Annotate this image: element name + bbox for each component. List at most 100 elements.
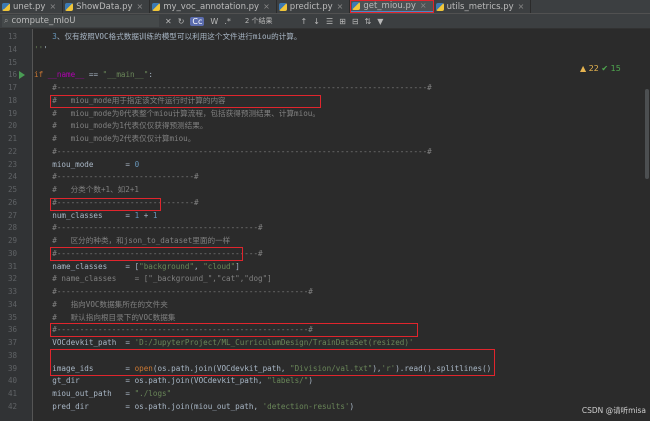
line-number: 39 — [7, 363, 17, 373]
code-line[interactable]: 25 # 分类个数+1、如2+1 — [0, 184, 650, 196]
line-number: 27 — [7, 210, 17, 220]
line-number: 23 — [7, 159, 17, 169]
line-number: 29 — [7, 236, 17, 245]
line-number: 18 — [7, 95, 17, 105]
tab-utils-metrics[interactable]: utils_metrics.py × — [434, 0, 532, 13]
regex-button[interactable]: .* — [224, 17, 231, 26]
run-gutter-icon[interactable] — [19, 71, 25, 80]
tab-get-miou[interactable]: get_miou.py × — [350, 0, 434, 13]
toggle-icon[interactable]: ⇅ — [365, 17, 372, 26]
line-number: 28 — [7, 223, 17, 233]
tab-unet[interactable]: unet.py × — [0, 0, 64, 13]
code-text: #---------------------------------------… — [34, 146, 432, 156]
highlight-box-name-classes — [50, 247, 243, 261]
close-search-icon[interactable]: ✕ — [165, 17, 172, 26]
code-text: name_classes = ["background", "cloud"] — [34, 261, 240, 271]
close-icon[interactable]: × — [137, 2, 144, 11]
code-line[interactable]: 14 ''' — [0, 44, 650, 56]
python-file-icon — [435, 2, 444, 11]
python-file-icon — [65, 2, 74, 11]
close-icon[interactable]: × — [518, 2, 525, 11]
code-text: # miou_mode为0代表整个miou计算流程，包括获得预测结果、计算mio… — [34, 108, 320, 118]
code-line[interactable]: 41 miou_out_path = "./logs" — [0, 388, 650, 400]
code-text: # name_classes = ["_background_","cat","… — [34, 274, 272, 284]
close-icon[interactable]: × — [49, 2, 56, 11]
editor-tab-bar: unet.py × ShowData.py × my_voc_annotation.… — [0, 0, 650, 14]
highlight-box-miou-mode — [50, 95, 321, 108]
line-number: 42 — [7, 401, 17, 411]
python-file-icon — [278, 2, 287, 11]
line-number: 15 — [7, 57, 17, 67]
code-line[interactable]: 20 # miou_mode为1代表仅仅获得预测结果。 — [0, 120, 650, 132]
line-number: 17 — [7, 83, 17, 92]
tab-my-voc-annotation[interactable]: my_voc_annotation.py × — [150, 0, 277, 13]
line-number: 22 — [7, 146, 17, 156]
highlight-box-num-classes — [50, 198, 161, 211]
code-line[interactable]: 32 # name_classes = ["_background_","cat… — [0, 273, 650, 285]
close-icon[interactable]: × — [263, 2, 270, 11]
highlight-box-vocdevkit-path — [50, 323, 418, 337]
code-line[interactable]: 27 num_classes = 1 + 1 — [0, 210, 650, 222]
code-line[interactable]: 15 — [0, 57, 650, 69]
code-line[interactable]: 13 3、仅有按照VOC格式数据训练的模型可以利用这个文件进行miou的计算。 — [0, 31, 650, 43]
line-number: 40 — [7, 376, 17, 386]
whole-word-button[interactable]: W — [210, 17, 218, 26]
code-text: num_classes = 1 + 1 — [34, 210, 158, 220]
code-line[interactable]: 40 gt_dir = os.path.join(VOCdevkit_path,… — [0, 375, 650, 387]
code-line[interactable]: 28 #------------------------------------… — [0, 222, 650, 234]
code-text: # miou_mode为1代表仅仅获得预测结果。 — [34, 121, 208, 131]
line-number: 34 — [7, 299, 17, 309]
code-line[interactable]: 23 miou_mode = 0 — [0, 159, 650, 171]
code-text: if __name__ == "__main__": — [34, 70, 153, 80]
code-text: ''' — [34, 44, 48, 54]
line-number: 20 — [7, 121, 17, 131]
select-all-occurrences-icon[interactable]: ⊟ — [352, 17, 359, 26]
line-number: 31 — [7, 261, 17, 271]
code-line[interactable]: 22 #------------------------------------… — [0, 146, 650, 158]
code-line[interactable]: 19 # miou_mode为0代表整个miou计算流程，包括获得预测结果、计算… — [0, 108, 650, 120]
code-line[interactable]: 24 #------------------------------# — [0, 171, 650, 183]
line-number: 21 — [7, 134, 17, 143]
code-line[interactable]: 34 # 指向VOC数据集所在的文件夹 — [0, 299, 650, 311]
code-text: # 默认指向根目录下的VOC数据集 — [34, 312, 176, 322]
previous-occurrence-icon[interactable]: ↑ — [301, 17, 308, 26]
code-line[interactable]: 16 if __name__ == "__main__": — [0, 69, 650, 81]
add-selection-icon[interactable]: ⊞ — [339, 17, 346, 26]
line-number: 14 — [7, 44, 17, 54]
find-input[interactable]: ⌕ compute_mIoU — [2, 15, 159, 27]
find-toolbar: ⌕ compute_mIoU ✕ ↻ Cc W .* 2 个结果 ↑ ↓ ☰ ⊞… — [0, 14, 650, 29]
search-icon: ⌕ — [4, 16, 9, 25]
code-line[interactable]: 33 #------------------------------------… — [0, 286, 650, 298]
code-line[interactable]: 17 #------------------------------------… — [0, 82, 650, 94]
line-number: 16 — [7, 70, 17, 80]
filter-icon[interactable]: ▼ — [377, 17, 383, 26]
find-all-icon[interactable]: ☰ — [326, 17, 333, 26]
next-occurrence-icon[interactable]: ↓ — [313, 17, 320, 26]
line-number: 30 — [7, 248, 17, 258]
code-line[interactable]: 35 # 默认指向根目录下的VOC数据集 — [0, 312, 650, 324]
python-file-icon — [152, 2, 161, 11]
line-number: 25 — [7, 185, 17, 194]
tab-predict[interactable]: predict.py × — [277, 0, 351, 13]
code-line[interactable]: 29 # 区分的种类，和json_to_dataset里面的一样 — [0, 235, 650, 247]
code-line[interactable]: 42 pred_dir = os.path.join(miou_out_path… — [0, 401, 650, 413]
match-case-button[interactable]: Cc — [190, 16, 205, 26]
code-text: #---------------------------------------… — [34, 287, 313, 296]
code-line[interactable]: 31 name_classes = ["background", "cloud"… — [0, 261, 650, 273]
line-number: 13 — [7, 32, 17, 41]
line-number: 35 — [7, 312, 17, 322]
close-icon[interactable]: × — [420, 1, 427, 10]
line-number: 19 — [7, 108, 17, 118]
code-text: 3、仅有按照VOC格式数据训练的模型可以利用这个文件进行miou的计算。 — [52, 32, 302, 41]
tab-showdata[interactable]: ShowData.py × — [63, 0, 151, 13]
code-text: # 区分的种类，和json_to_dataset里面的一样 — [34, 236, 231, 245]
code-text: VOCdevkit_path = 'D:/JupyterProject/ML_C… — [34, 338, 414, 347]
history-icon[interactable]: ↻ — [178, 17, 185, 26]
code-text: pred_dir = os.path.join(miou_out_path, '… — [34, 401, 355, 411]
code-text: # miou_mode为2代表仅仅计算miou。 — [34, 134, 196, 143]
code-line[interactable]: 37 VOCdevkit_path = 'D:/JupyterProject/M… — [0, 337, 650, 349]
line-number: 32 — [7, 274, 17, 284]
code-editor[interactable]: ▲ 22 ✔ 15 13 3、仅有按照VOC格式数据训练的模型可以利用这个文件进… — [0, 29, 650, 421]
code-line[interactable]: 21 # miou_mode为2代表仅仅计算miou。 — [0, 133, 650, 145]
close-icon[interactable]: × — [337, 2, 344, 11]
